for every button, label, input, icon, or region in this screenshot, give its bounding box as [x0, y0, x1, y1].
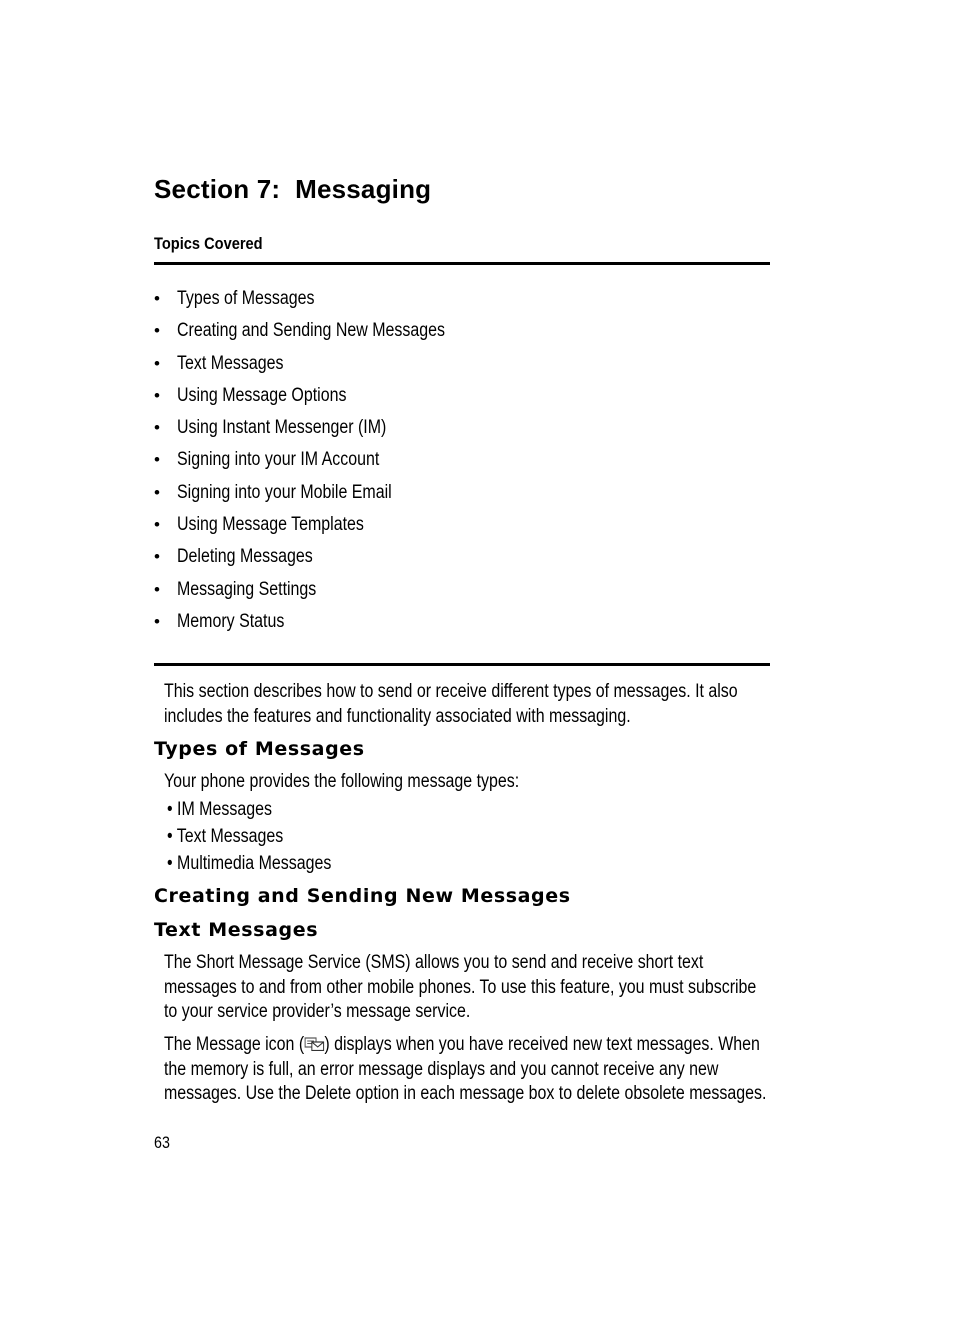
- intro-line: includes the features and functionality …: [164, 705, 631, 727]
- topic-item: • Messaging Settings: [154, 578, 496, 610]
- topic-item: • Using Instant Messenger (IM): [154, 416, 496, 448]
- creating-sending-heading: Creating and Sending New Messages: [154, 885, 571, 907]
- topic-label: Deleting Messages: [177, 546, 313, 568]
- topic-item: • Signing into your IM Account: [154, 448, 496, 480]
- topic-label: Using Message Options: [177, 384, 347, 406]
- message-envelope-icon: [304, 1034, 324, 1052]
- topic-label: Memory Status: [177, 610, 285, 632]
- topic-label: Signing into your IM Account: [177, 449, 380, 471]
- topic-item: • Signing into your Mobile Email: [154, 481, 496, 513]
- message-icon-text-before: The Message icon (: [164, 1034, 305, 1055]
- topics-top-rule: [154, 262, 770, 265]
- topic-label: Types of Messages: [177, 288, 315, 309]
- message-type-item: • Text Messages: [167, 826, 284, 847]
- text-messages-heading: Text Messages: [154, 919, 319, 941]
- bullet-icon: •: [154, 579, 160, 599]
- topic-label: Text Messages: [177, 352, 284, 374]
- topic-label: Signing into your Mobile Email: [177, 481, 392, 503]
- page-number: 63: [154, 1133, 170, 1152]
- topic-label: Using Message Templates: [177, 514, 364, 536]
- sms-line: to your service provider’s message servi…: [164, 1001, 471, 1023]
- sms-paragraph: The Short Message Service (SMS) allows y…: [164, 951, 756, 1025]
- intro-line: This section describes how to send or re…: [164, 681, 738, 702]
- message-icon-line: messages. Use the Delete option in each …: [164, 1083, 767, 1105]
- intro-paragraph: This section describes how to send or re…: [164, 680, 738, 729]
- bullet-icon: •: [154, 515, 160, 535]
- message-types-list: • IM Messages • Text Messages • Multimed…: [167, 798, 363, 879]
- bullet-icon: •: [154, 321, 160, 341]
- topic-item: • Types of Messages: [154, 287, 496, 319]
- bullet-icon: •: [154, 385, 160, 405]
- bullet-icon: •: [154, 611, 160, 631]
- topics-covered-heading: Topics Covered: [154, 234, 263, 253]
- topics-bottom-rule: [154, 663, 770, 666]
- types-lead-text: Your phone provides the following messag…: [164, 771, 520, 792]
- topic-item: • Creating and Sending New Messages: [154, 319, 496, 351]
- topics-list: • Types of Messages • Creating and Sending…: [154, 287, 496, 642]
- section-title: Section 7: Messaging: [154, 174, 432, 204]
- bullet-icon: •: [154, 418, 160, 438]
- types-of-messages-heading: Types of Messages: [154, 738, 365, 760]
- bullet-icon: •: [154, 547, 160, 567]
- bullet-icon: •: [154, 482, 160, 502]
- topic-label: Messaging Settings: [177, 578, 317, 600]
- bullet-icon: •: [154, 450, 160, 470]
- topic-item: • Using Message Options: [154, 384, 496, 416]
- topic-item: • Text Messages: [154, 352, 496, 384]
- bullet-icon: •: [154, 289, 160, 308]
- message-icon-line: the memory is full, an error message dis…: [164, 1058, 719, 1080]
- bullet-icon: •: [154, 353, 160, 373]
- message-icon-paragraph: The Message icon ( ) displays when you ha…: [164, 1033, 766, 1107]
- message-type-item: • IM Messages: [167, 799, 272, 820]
- topic-item: • Using Message Templates: [154, 513, 496, 545]
- manual-page: Section 7: Messaging Topics Covered • Typ…: [0, 0, 954, 1319]
- topic-label: Creating and Sending New Messages: [177, 320, 445, 342]
- message-icon-text-after: ) displays when you have received new te…: [324, 1034, 760, 1055]
- topic-item: • Deleting Messages: [154, 545, 496, 577]
- topic-label: Using Instant Messenger (IM): [177, 417, 387, 439]
- sms-line: messages to and from other mobile phones…: [164, 976, 757, 998]
- message-type-item: • Multimedia Messages: [167, 853, 332, 874]
- sms-line: The Short Message Service (SMS) allows y…: [164, 952, 704, 973]
- topic-item: • Memory Status: [154, 610, 496, 642]
